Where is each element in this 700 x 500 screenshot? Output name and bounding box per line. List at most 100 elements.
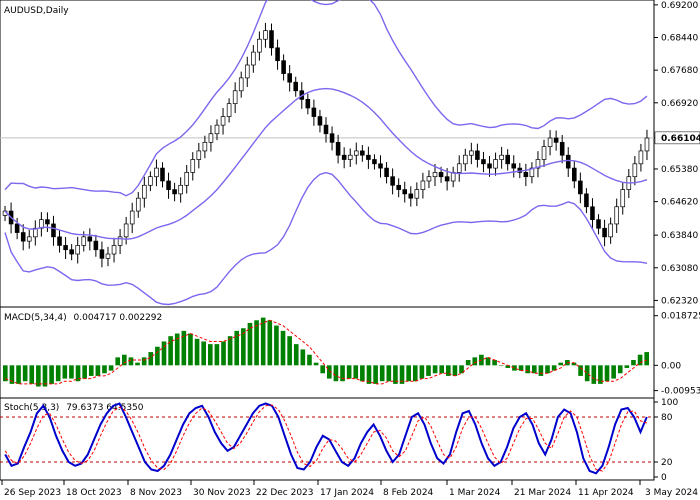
macd-bar <box>346 365 352 379</box>
candle-body <box>638 150 644 165</box>
macd-bar <box>62 365 68 379</box>
candle-body <box>81 236 87 246</box>
macd-bar <box>426 365 431 376</box>
macd-bar <box>207 344 213 366</box>
price-tick-label: 0.63840 <box>661 231 698 241</box>
candle-body <box>463 154 468 165</box>
time-tick-label: 8 Feb 2024 <box>383 488 434 498</box>
stoch-tick-label: 80 <box>661 413 673 423</box>
macd-bar <box>55 365 61 382</box>
candle-body <box>135 197 141 212</box>
macd-bar <box>412 365 418 382</box>
candle-body <box>172 189 177 195</box>
macd-bar <box>525 365 530 374</box>
macd-bar <box>115 357 121 366</box>
candle-body <box>420 180 426 190</box>
price-tick-label: 0.69200 <box>661 1 698 11</box>
candle-body <box>620 189 626 208</box>
macd-bar <box>95 365 101 376</box>
macd-bar <box>492 360 497 366</box>
price-tick-label: 0.67680 <box>661 66 698 76</box>
macd-label: MACD(5,34,4) <box>4 313 67 323</box>
macd-bar <box>49 365 54 384</box>
candle-body <box>208 133 214 143</box>
macd-bar <box>617 365 623 374</box>
macd-bar <box>300 349 306 366</box>
candle-body <box>166 180 171 190</box>
candle-body <box>20 232 26 242</box>
candle-body <box>541 146 547 160</box>
candle-body <box>547 137 553 147</box>
candle-body <box>317 116 323 126</box>
candle-body <box>281 60 286 74</box>
macd-bar <box>102 365 107 374</box>
macd-bar <box>260 317 266 366</box>
candle-body <box>214 124 220 135</box>
candle-body <box>329 133 335 143</box>
time-tick-label: 30 Nov 2023 <box>193 488 251 498</box>
candle-body <box>499 154 504 160</box>
candle-body <box>475 150 480 160</box>
macd-bar <box>148 352 154 366</box>
candle-body <box>287 73 292 83</box>
candle-body <box>263 30 268 40</box>
candle-body <box>602 227 607 238</box>
candle-body <box>426 176 432 182</box>
candle-body <box>178 184 183 195</box>
candle-body <box>414 189 420 199</box>
macd-bar <box>406 365 411 382</box>
macd-bar <box>108 365 114 371</box>
price-axis: 0.69200 0.68440 0.67680 0.66920 0.66104 0.653… <box>654 1 700 306</box>
price-tick-label: 0.68440 <box>661 34 698 44</box>
macd-bar <box>531 365 537 374</box>
candle-body <box>311 107 317 117</box>
macd-bar <box>591 365 597 384</box>
candle-body <box>142 184 147 199</box>
macd-tick-label: 0.00 <box>661 361 681 371</box>
price-pane[interactable] <box>0 0 655 308</box>
candle-body <box>93 240 99 251</box>
macd-bar <box>373 365 378 384</box>
candle-body <box>402 189 408 195</box>
time-axis: 26 Sep 2023 18 Oct 2023 8 Nov 2023 30 Nov 2… <box>1 480 698 498</box>
candle-body <box>323 124 329 135</box>
candle-body <box>456 163 462 173</box>
candle-body <box>341 154 347 160</box>
macd-bar <box>254 320 259 366</box>
macd-bar <box>360 365 365 382</box>
candle-body <box>87 236 93 242</box>
candle-body <box>26 236 32 242</box>
macd-bar <box>432 365 438 374</box>
candle-body <box>57 236 62 246</box>
candle-body <box>469 150 474 156</box>
stoch-tick-label: 100 <box>661 398 678 408</box>
candle-body <box>14 223 20 233</box>
macd-bar <box>135 362 140 366</box>
price-tick-label: 0.62320 <box>661 296 698 306</box>
time-tick-label: 18 Oct 2023 <box>66 488 122 498</box>
macd-bar <box>465 360 471 366</box>
time-tick-label: 22 Dec 2023 <box>256 488 314 498</box>
macd-bar <box>644 352 650 366</box>
price-tick-label: 0.63080 <box>661 264 698 274</box>
candle-body <box>444 176 450 182</box>
macd-bar <box>181 330 187 366</box>
candle-body <box>51 223 56 238</box>
time-tick-label: 17 Jan 2024 <box>320 488 374 498</box>
macd-values: 0.004717 0.002292 <box>74 313 163 323</box>
candle-body <box>275 47 280 62</box>
macd-bar <box>29 365 35 384</box>
macd-bar <box>439 365 445 374</box>
current-price-label: 0.66104 <box>661 134 700 144</box>
candle-body <box>123 223 129 238</box>
stoch-label: Stoch(5,3,3) <box>4 403 59 413</box>
candle-body <box>644 137 650 152</box>
chart-canvas[interactable]: AUDUSD,Daily MACD(5,34,4) 0.004717 0.002… <box>0 0 700 500</box>
macd-bar <box>267 320 273 366</box>
candle-body <box>438 172 444 178</box>
candle-body <box>578 180 583 195</box>
candle-body <box>559 141 565 156</box>
candle-body <box>184 172 189 186</box>
candle-body <box>220 116 226 126</box>
candle-body <box>45 219 50 225</box>
